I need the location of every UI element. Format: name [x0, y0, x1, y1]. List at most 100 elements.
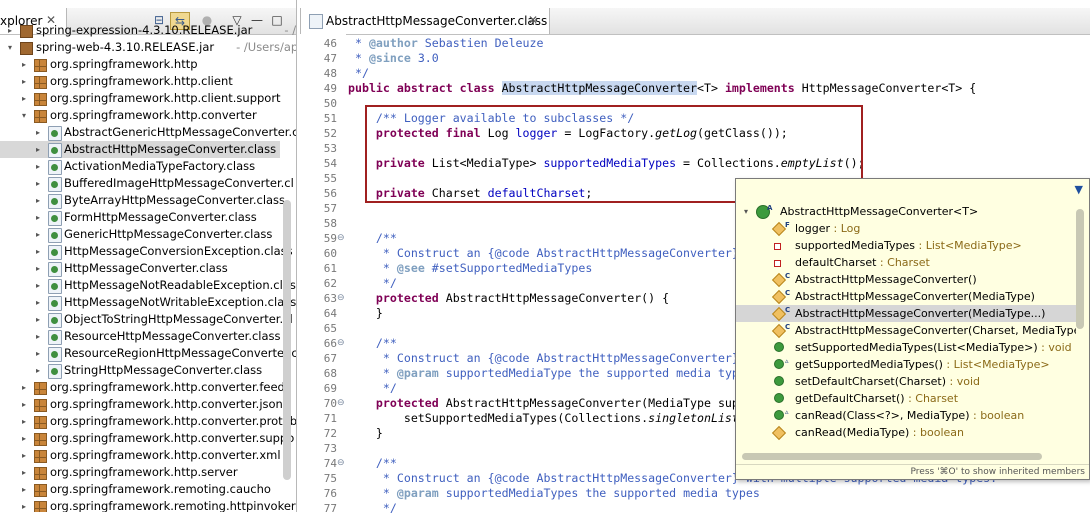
chevron-right-icon[interactable]: ▸: [22, 56, 32, 73]
code-line[interactable]: * @since 3.0: [348, 51, 439, 66]
code-line[interactable]: */: [348, 276, 397, 291]
tree-item-class[interactable]: ▸ BufferedImageHttpMessageConverter.cl: [0, 175, 294, 192]
chevron-right-icon[interactable]: ▸: [36, 158, 46, 175]
code-line[interactable]: */: [348, 66, 369, 81]
tree-item-class[interactable]: ▸ ResourceRegionHttpMessageConverter.c: [0, 345, 296, 362]
chevron-right-icon[interactable]: ▸: [36, 192, 46, 209]
code-line[interactable]: * @see #setSupportedMediaTypes: [348, 261, 592, 276]
chevron-right-icon[interactable]: ▸: [36, 124, 46, 141]
tree-item-class[interactable]: ▸ HttpMessageNotReadableException.clas: [0, 277, 296, 294]
chevron-right-icon[interactable]: ▸: [22, 90, 32, 107]
tree-item-package[interactable]: ▸ org.springframework.http.client.support: [0, 90, 281, 107]
tree-item-class[interactable]: ▸ GenericHttpMessageConverter.class: [0, 226, 280, 243]
chevron-right-icon[interactable]: ▸: [22, 396, 32, 413]
tree-item-package[interactable]: ▸ org.springframework.http.converter.xml: [0, 447, 281, 464]
fold-toggle-icon[interactable]: ⊖: [337, 291, 346, 306]
code-line[interactable]: /**: [348, 456, 397, 471]
line-number: 47: [323, 52, 337, 65]
tree-item-class[interactable]: ▸ FormHttpMessageConverter.class: [0, 209, 280, 226]
chevron-right-icon[interactable]: ▸: [36, 362, 46, 379]
code-line[interactable]: */: [348, 381, 397, 396]
chevron-right-icon[interactable]: ▸: [36, 294, 46, 311]
outline-horizontal-scrollbar[interactable]: [742, 453, 1042, 460]
code-line[interactable]: }: [348, 306, 383, 321]
chevron-right-icon[interactable]: ▸: [36, 209, 46, 226]
code-line[interactable]: * Construct an {@code AbstractHttpMessag…: [348, 351, 739, 366]
code-line[interactable]: * @param supportedMediaTypes the support…: [348, 486, 760, 501]
tree-item-package[interactable]: ▸ org.springframework.http: [0, 56, 280, 73]
code-line[interactable]: public abstract class AbstractHttpMessag…: [348, 81, 976, 96]
tree-item-class[interactable]: ▸ ByteArrayHttpMessageConverter.class: [0, 192, 285, 209]
outline-item[interactable]: ▵ canRead(Class<?>, MediaType) : boolean: [736, 407, 1076, 424]
chevron-down-icon[interactable]: ▼: [1075, 183, 1083, 196]
chevron-right-icon[interactable]: ▸: [36, 226, 46, 243]
fold-toggle-icon[interactable]: ⊖: [337, 396, 346, 411]
outline-item[interactable]: supportedMediaTypes : List<MediaType>: [736, 237, 1076, 254]
chevron-right-icon[interactable]: ▸: [36, 328, 46, 345]
chevron-down-icon[interactable]: ▾: [22, 107, 32, 124]
tree-item-jar[interactable]: ▾ spring-web-4.3.10.RELEASE.jar - /Users/…: [0, 39, 296, 56]
tree-item-class[interactable]: ▸ ActivationMediaTypeFactory.class: [0, 158, 280, 175]
tree-item-class[interactable]: ▸ HttpMessageConversionException.class: [0, 243, 293, 260]
tree-item-package[interactable]: ▸ org.springframework.http.converter.prot…: [0, 413, 296, 430]
chevron-right-icon[interactable]: ▸: [36, 243, 46, 260]
chevron-right-icon[interactable]: ▸: [22, 464, 32, 481]
outline-scrollbar[interactable]: [1076, 209, 1084, 329]
fold-toggle-icon[interactable]: ⊖: [337, 456, 346, 471]
chevron-right-icon[interactable]: ▸: [36, 345, 46, 362]
explorer-scrollbar[interactable]: [283, 200, 291, 480]
tree-item-package[interactable]: ▸ org.springframework.http.server: [0, 464, 280, 481]
outline-item[interactable]: setDefaultCharset(Charset) : void: [736, 373, 1076, 390]
code-line[interactable]: */: [348, 501, 397, 516]
tree-item-package[interactable]: ▸ org.springframework.http.converter.json: [0, 396, 283, 413]
tree-item-class[interactable]: ▸ AbstractGenericHttpMessageConverter.c: [0, 124, 296, 141]
editor-tabbar: AbstractHttpMessageConverter.class ✕: [300, 8, 1090, 35]
code-line[interactable]: /**: [348, 336, 397, 351]
tree-item-package[interactable]: ▸ org.springframework.remoting.caucho: [0, 481, 280, 498]
chevron-down-icon[interactable]: ▾: [8, 39, 18, 56]
chevron-right-icon[interactable]: ▸: [22, 498, 32, 512]
outline-filter-bar[interactable]: ▼: [736, 179, 1089, 201]
chevron-right-icon[interactable]: ▸: [22, 73, 32, 90]
chevron-right-icon[interactable]: ▸: [22, 430, 32, 447]
tree-item-class[interactable]: ▸ HttpMessageNotWritableException.class: [0, 294, 296, 311]
fold-toggle-icon[interactable]: ⊖: [337, 231, 346, 246]
tree-item-class[interactable]: ▸ ObjectToStringHttpMessageConverter.cl: [0, 311, 293, 328]
chevron-right-icon[interactable]: ▸: [8, 22, 18, 39]
fold-toggle-icon[interactable]: ⊖: [337, 336, 346, 351]
code-line[interactable]: * @param supportedMediaType the supporte…: [348, 366, 739, 381]
chevron-right-icon[interactable]: ▸: [36, 260, 46, 277]
chevron-down-icon[interactable]: ▾: [744, 203, 748, 220]
code-line[interactable]: protected AbstractHttpMessageConverter()…: [348, 291, 669, 306]
chevron-right-icon[interactable]: ▸: [22, 447, 32, 464]
chevron-right-icon[interactable]: ▸: [36, 277, 46, 294]
tree-item-class[interactable]: ▸ StringHttpMessageConverter.class: [0, 362, 280, 379]
chevron-right-icon[interactable]: ▸: [22, 413, 32, 430]
outline-item[interactable]: ▵ getSupportedMediaTypes() : List<MediaTy…: [736, 356, 1076, 373]
outline-item[interactable]: Flogger : Log: [736, 220, 1076, 237]
outline-item[interactable]: C AbstractHttpMessageConverter(Charset, M…: [736, 322, 1076, 339]
tree-item-package[interactable]: ▸ org.springframework.http.client: [0, 73, 280, 90]
tree-item-package[interactable]: ▸ org.springframework.remoting.httpinvoke…: [0, 498, 296, 512]
code-line[interactable]: * @author Sebastien Deleuze: [348, 36, 544, 51]
tree-item-class[interactable]: ▸ HttpMessageConverter.class: [0, 260, 280, 277]
tree-item-class[interactable]: ▸ AbstractHttpMessageConverter.class: [0, 141, 280, 158]
tab-abstract-http-message-converter[interactable]: AbstractHttpMessageConverter.class ✕: [300, 8, 550, 34]
tree-item-package[interactable]: ▸ org.springframework.http.converter.supp…: [0, 430, 294, 447]
outline-item[interactable]: canRead(MediaType) : boolean: [736, 424, 1076, 441]
chevron-right-icon[interactable]: ▸: [22, 481, 32, 498]
code-line[interactable]: /**: [348, 231, 397, 246]
tree-item-jar[interactable]: ▸ spring-expression-4.3.10.RELEASE.jar - …: [0, 22, 296, 39]
tree-item-class[interactable]: ▸ ResourceHttpMessageConverter.class: [0, 328, 281, 345]
chevron-right-icon[interactable]: ▸: [36, 141, 46, 158]
close-icon[interactable]: ✕: [528, 13, 538, 27]
tree-item-package[interactable]: ▾ org.springframework.http.converter: [0, 107, 280, 124]
chevron-right-icon[interactable]: ▸: [36, 311, 46, 328]
code-line[interactable]: protected AbstractHttpMessageConverter(M…: [348, 396, 739, 411]
tree-item-package[interactable]: ▸ org.springframework.http.converter.feed: [0, 379, 285, 396]
code-line[interactable]: }: [348, 426, 383, 441]
code-line[interactable]: setSupportedMediaTypes(Collections.singl…: [348, 411, 739, 426]
chevron-right-icon[interactable]: ▸: [22, 379, 32, 396]
chevron-right-icon[interactable]: ▸: [36, 175, 46, 192]
code-line[interactable]: * Construct an {@code AbstractHttpMessag…: [348, 246, 739, 261]
